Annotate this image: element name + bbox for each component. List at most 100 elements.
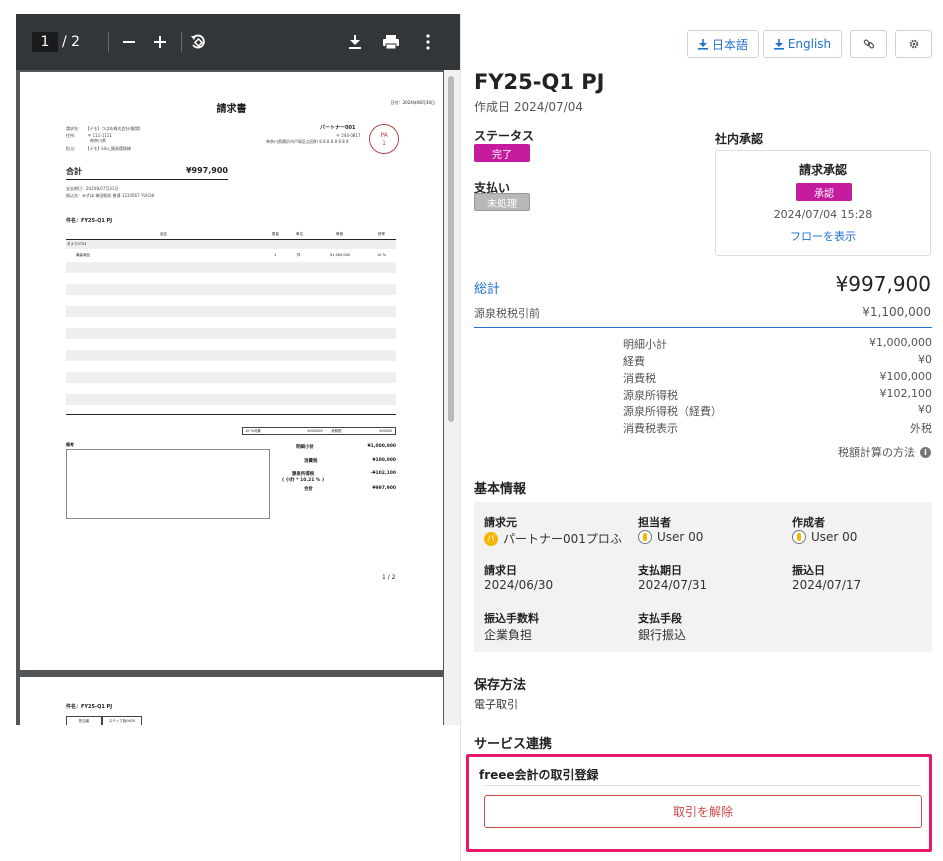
user-avatar	[792, 530, 806, 544]
page-number-input[interactable]: 1	[32, 32, 58, 52]
col-name: 品名	[160, 232, 167, 236]
doc-item-title: 件名：FY25-Q1 PJ	[66, 218, 113, 224]
approval-heading: 社内承認	[715, 132, 764, 146]
zoom-out-icon[interactable]	[115, 28, 143, 56]
page2-cell: ステップ色0620	[102, 716, 142, 725]
sum-value: ¥1,000,000	[367, 444, 396, 449]
view-flow-link[interactable]: フローを表示	[716, 228, 930, 244]
withhold-label: 源泉税税引前	[474, 307, 540, 320]
rotate-icon[interactable]	[184, 28, 212, 56]
sum-row: 合計 ¥997,900	[282, 486, 396, 492]
pdf-page-1: 請求書 日付：2024年06月30日 請求先: 【デモ】つばめ株式会社(御請) …	[20, 72, 443, 670]
breakdown-value: ¥1,000,000	[869, 336, 932, 349]
doc-date: 日付：2024年06月30日	[390, 100, 435, 105]
copy-link-button[interactable]	[850, 30, 887, 58]
download-en-button[interactable]: English	[763, 30, 842, 58]
sum-label: 合計	[304, 487, 313, 492]
divider	[484, 785, 921, 786]
link-icon	[863, 39, 874, 49]
invoice-date-value: 2024/06/30	[484, 578, 554, 592]
doc-total-value: ¥997,900	[185, 166, 228, 175]
sum-value: ¥100,000	[372, 458, 396, 463]
table-row	[66, 394, 396, 405]
breakdown-label: 源泉所得税	[623, 389, 678, 402]
method-value: 銀行振込	[638, 628, 687, 642]
billing-to-line: 請求先: 【デモ】つばめ株式会社(御請)	[66, 126, 141, 131]
toolbar-divider	[181, 32, 182, 52]
download-ja-button[interactable]: 日本語	[687, 30, 759, 58]
fee-label: 振込手数料	[484, 612, 539, 625]
more-options-icon[interactable]	[414, 28, 442, 56]
creator-text: User 00	[811, 530, 858, 544]
total-label[interactable]: 総計	[474, 278, 500, 297]
table-row	[66, 262, 396, 273]
breakdown-row: 消費税 ¥100,000	[623, 370, 932, 386]
total-amount: ¥997,900	[835, 272, 931, 296]
created-date: 作成日 2024/07/04	[474, 100, 583, 114]
row-unit: 件	[297, 253, 301, 257]
breakdown-label: 明細小計	[623, 338, 667, 351]
breakdown-row: 経費 ¥0	[623, 353, 932, 369]
tax-box-cell: 1000000	[307, 429, 323, 433]
sum-row: 明細小計 ¥1,000,000	[282, 444, 396, 450]
billing-from-text: パートナー001プロふ	[503, 532, 622, 546]
billing-to-line: 担当: 【デモ】kitu_開発環境様	[66, 146, 131, 151]
sum-value: -¥102,100	[370, 471, 397, 476]
settings-button[interactable]	[895, 30, 932, 58]
unlink-transaction-button[interactable]: 取引を解除	[484, 795, 922, 828]
service-heading: サービス連携	[474, 737, 553, 752]
table-end-line	[66, 414, 396, 415]
download-icon[interactable]	[341, 28, 369, 56]
table-row	[66, 372, 396, 383]
breakdown-row: 源泉所得税 ¥102,100	[623, 387, 932, 403]
fee-value: 企業負担	[484, 628, 533, 642]
approval-badge: 承認	[796, 183, 852, 201]
table-row	[66, 284, 396, 295]
row-tax: 10 %	[377, 253, 386, 257]
remark-label: 備考	[66, 442, 74, 447]
invoice-detail-panel: 日本語 English FY25-Q1 PJ 作成日 2024/07/04 ステ…	[460, 14, 943, 861]
row-price: ¥1,000,000	[330, 253, 351, 257]
creator-label: 作成者	[792, 516, 825, 529]
viewer-scrollbar[interactable]	[448, 76, 454, 422]
transfer-date-value: 2024/07/17	[792, 578, 862, 592]
tax-box-cell: 消費税	[331, 429, 342, 433]
invoice-title: FY25-Q1 PJ	[474, 70, 605, 94]
print-icon[interactable]	[377, 28, 405, 56]
user-avatar	[638, 530, 652, 544]
breakdown-value: ¥0	[918, 403, 932, 416]
approval-card: 請求承認 承認 2024/07/04 15:28 フローを表示	[715, 150, 931, 256]
assignee-label: 担当者	[638, 516, 671, 529]
billing-to-line: 神奈川県	[66, 138, 106, 143]
invoice-date-label: 請求日	[484, 564, 517, 577]
breakdown-row: 明細小計 ¥1,000,000	[623, 336, 932, 352]
gear-icon	[909, 39, 918, 49]
doc-partner: パートナー001	[320, 125, 356, 131]
assignee-value: User 00	[638, 530, 703, 544]
page-total: / 2	[62, 34, 81, 50]
col-tax: 税率	[378, 232, 385, 236]
company-stamp: PA 1	[369, 124, 399, 154]
assignee-text: User 00	[657, 530, 704, 544]
breakdown-label: 消費税	[623, 372, 656, 385]
storage-value: 電子取引	[474, 698, 518, 711]
col-unit: 単位	[296, 232, 303, 236]
basic-info-box: 請求元 パ パートナー001プロふ 担当者 User 00 作成者 User 0…	[474, 502, 932, 652]
due-date-label: 支払期日	[638, 564, 682, 577]
pdf-page-number: 1 / 2	[382, 574, 396, 581]
zoom-in-icon[interactable]	[146, 28, 174, 56]
tax-method-link[interactable]: 税額計算の方法 i	[838, 444, 931, 460]
doc-title: 請求書	[216, 104, 247, 115]
tax-box-cell: 100000	[379, 429, 393, 433]
tax-summary-box: 10 %対象 1000000 消費税 100000	[242, 427, 396, 435]
basic-info-heading: 基本情報	[474, 482, 527, 497]
sum-label: 明細小計	[296, 445, 314, 450]
download-en-label: English	[787, 37, 832, 51]
status-badge: 完了	[474, 144, 530, 162]
row-qty: 1	[274, 253, 277, 257]
info-icon[interactable]: i	[920, 446, 931, 458]
sum-row: 消費税 ¥100,000	[282, 458, 396, 464]
toolbar-divider	[108, 32, 109, 52]
breakdown-value: ¥0	[918, 353, 932, 366]
due-line: 支払期日：2024年07月31日	[66, 186, 119, 191]
